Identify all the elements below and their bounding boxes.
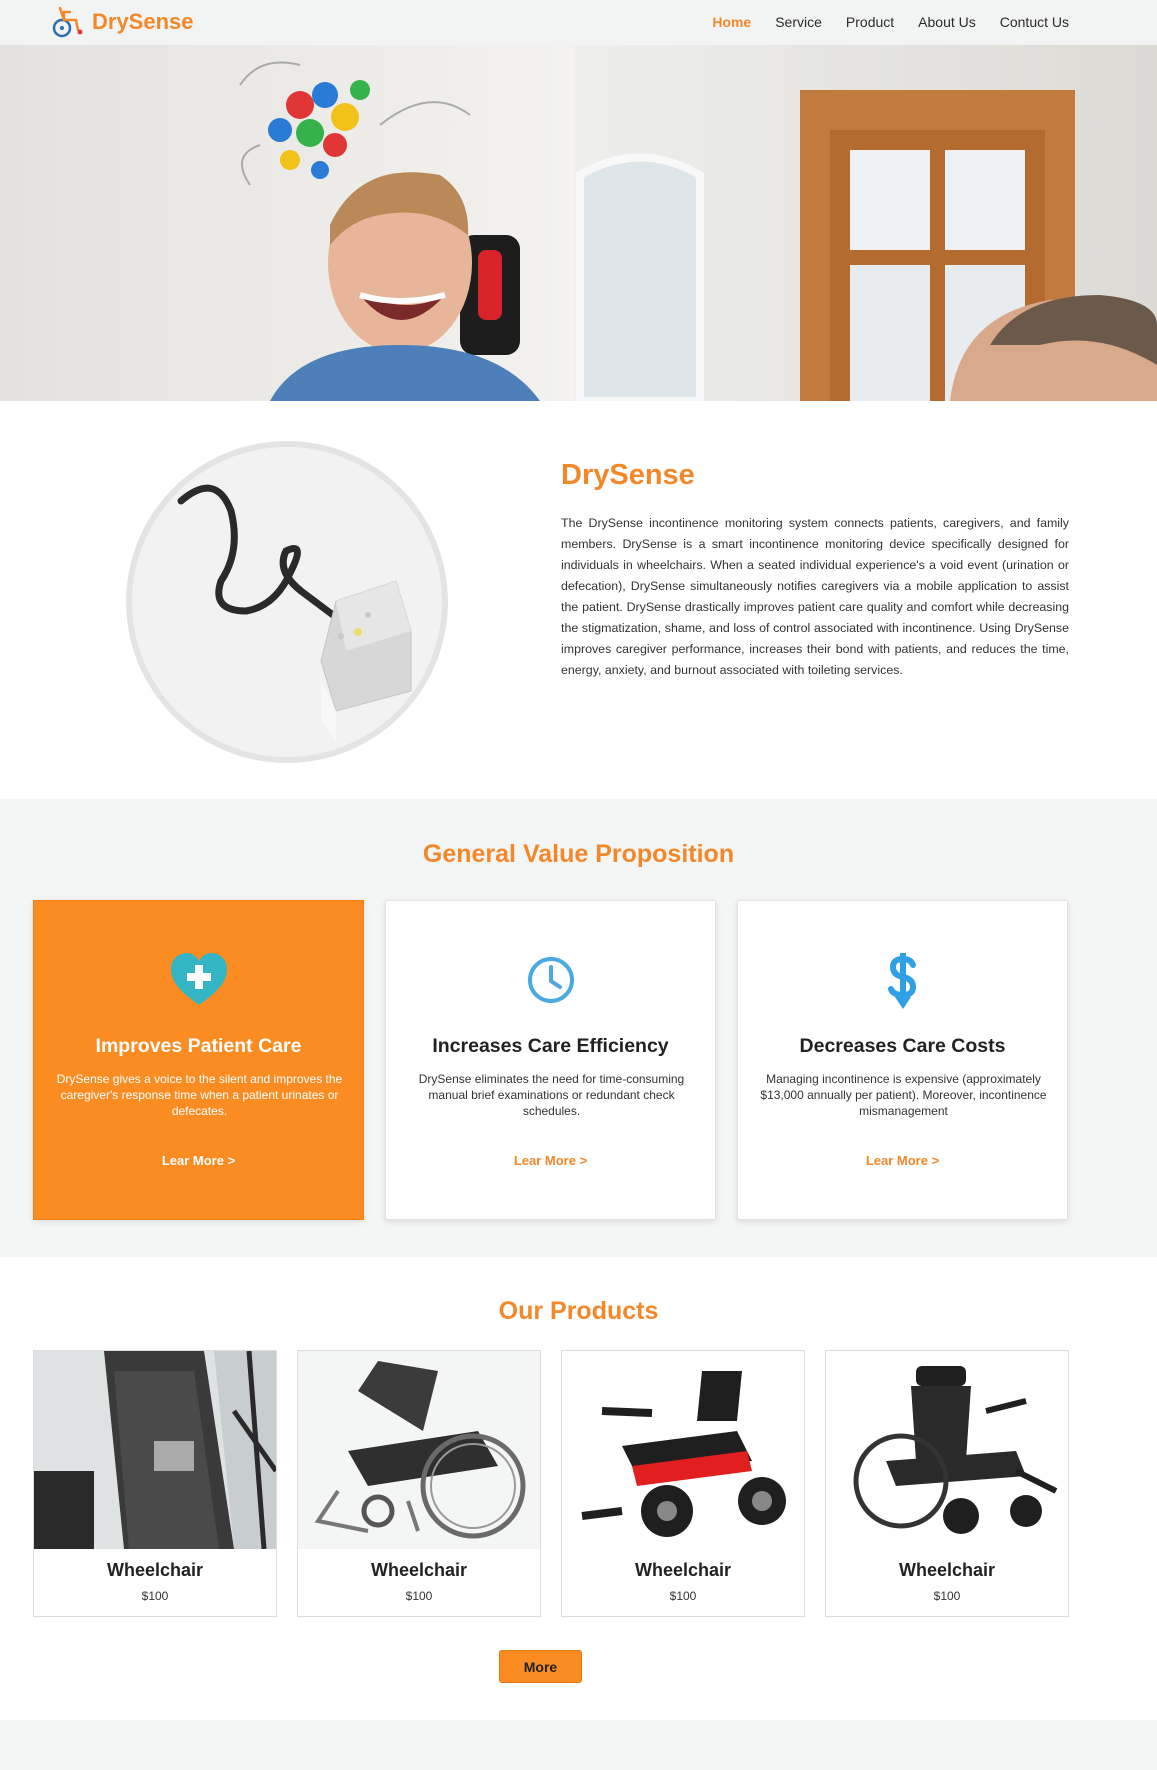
clock-icon [386,951,715,1011]
intro-title: DrySense [561,459,695,491]
value-card-care-efficiency[interactable]: Increases Care Efficiency DrySense elimi… [385,900,716,1220]
product-name: Wheelchair [370,1560,468,1580]
brand-name: DrySense [92,9,194,34]
footer [0,1720,1157,1770]
product-price: $100 [669,1589,697,1603]
nav-service[interactable]: Service [775,14,822,30]
products-section: Our Products Wheelchair $100 Wheelchair … [0,1257,1157,1720]
nav-home[interactable]: Home [712,14,751,30]
card-text: DrySense gives a voice to the silent and… [56,1072,343,1118]
dollar-icon [738,951,1067,1011]
logo[interactable]: DrySense [50,4,194,40]
product-image [34,1351,276,1549]
value-card-care-costs[interactable]: Decreases Care Costs Managing incontinen… [737,900,1068,1220]
nav-product[interactable]: Product [846,14,894,30]
intro-description: The DrySense incontinence monitoring sys… [561,516,1069,677]
value-card-patient-care[interactable]: Improves Patient Care DrySense gives a v… [33,900,364,1220]
product-price: $100 [141,1589,169,1603]
product-name: Wheelchair [898,1560,996,1580]
device-image [126,441,448,763]
value-proposition-section: General Value Proposition Improves Patie… [0,799,1157,1257]
value-section-title: General Value Proposition [422,840,735,868]
main-nav: Home Service Product About Us Contuct Us [712,14,1069,30]
heart-plus-icon [34,951,363,1011]
hero-photo [0,45,1157,401]
learn-more-link[interactable]: Lear More > [34,1153,363,1168]
card-title: Improves Patient Care [95,1035,302,1057]
intro-section: DrySense The DrySense incontinence monit… [0,401,1157,799]
product-image [562,1351,804,1549]
product-name: Wheelchair [106,1560,204,1580]
product-image [298,1351,540,1549]
product-name: Wheelchair [634,1560,732,1580]
product-image [826,1351,1068,1549]
product-card[interactable]: Wheelchair $100 [297,1350,541,1617]
product-card[interactable]: Wheelchair $100 [561,1350,805,1617]
wheelchair-logo-icon [52,6,83,38]
product-price: $100 [405,1589,433,1603]
card-title: Decreases Care Costs [799,1035,1006,1057]
card-text: Managing incontinence is expensive (appr… [760,1072,1047,1118]
card-title: Increases Care Efficiency [432,1035,669,1057]
nav-about-us[interactable]: About Us [918,14,976,30]
learn-more-link[interactable]: Lear More > [738,1153,1067,1168]
site-header: DrySense Home Service Product About Us C… [0,0,1157,45]
more-button[interactable]: More [499,1650,582,1683]
learn-more-link[interactable]: Lear More > [386,1153,715,1168]
product-price: $100 [933,1589,961,1603]
product-card[interactable]: Wheelchair $100 [825,1350,1069,1617]
page: DrySense Home Service Product About Us C… [0,0,1157,1770]
product-card[interactable]: Wheelchair $100 [33,1350,277,1617]
card-text: DrySense eliminates the need for time-co… [418,1072,685,1118]
nav-contact-us[interactable]: Contuct Us [1000,14,1069,30]
products-section-title: Our Products [498,1297,659,1325]
hero-image [0,45,1157,401]
